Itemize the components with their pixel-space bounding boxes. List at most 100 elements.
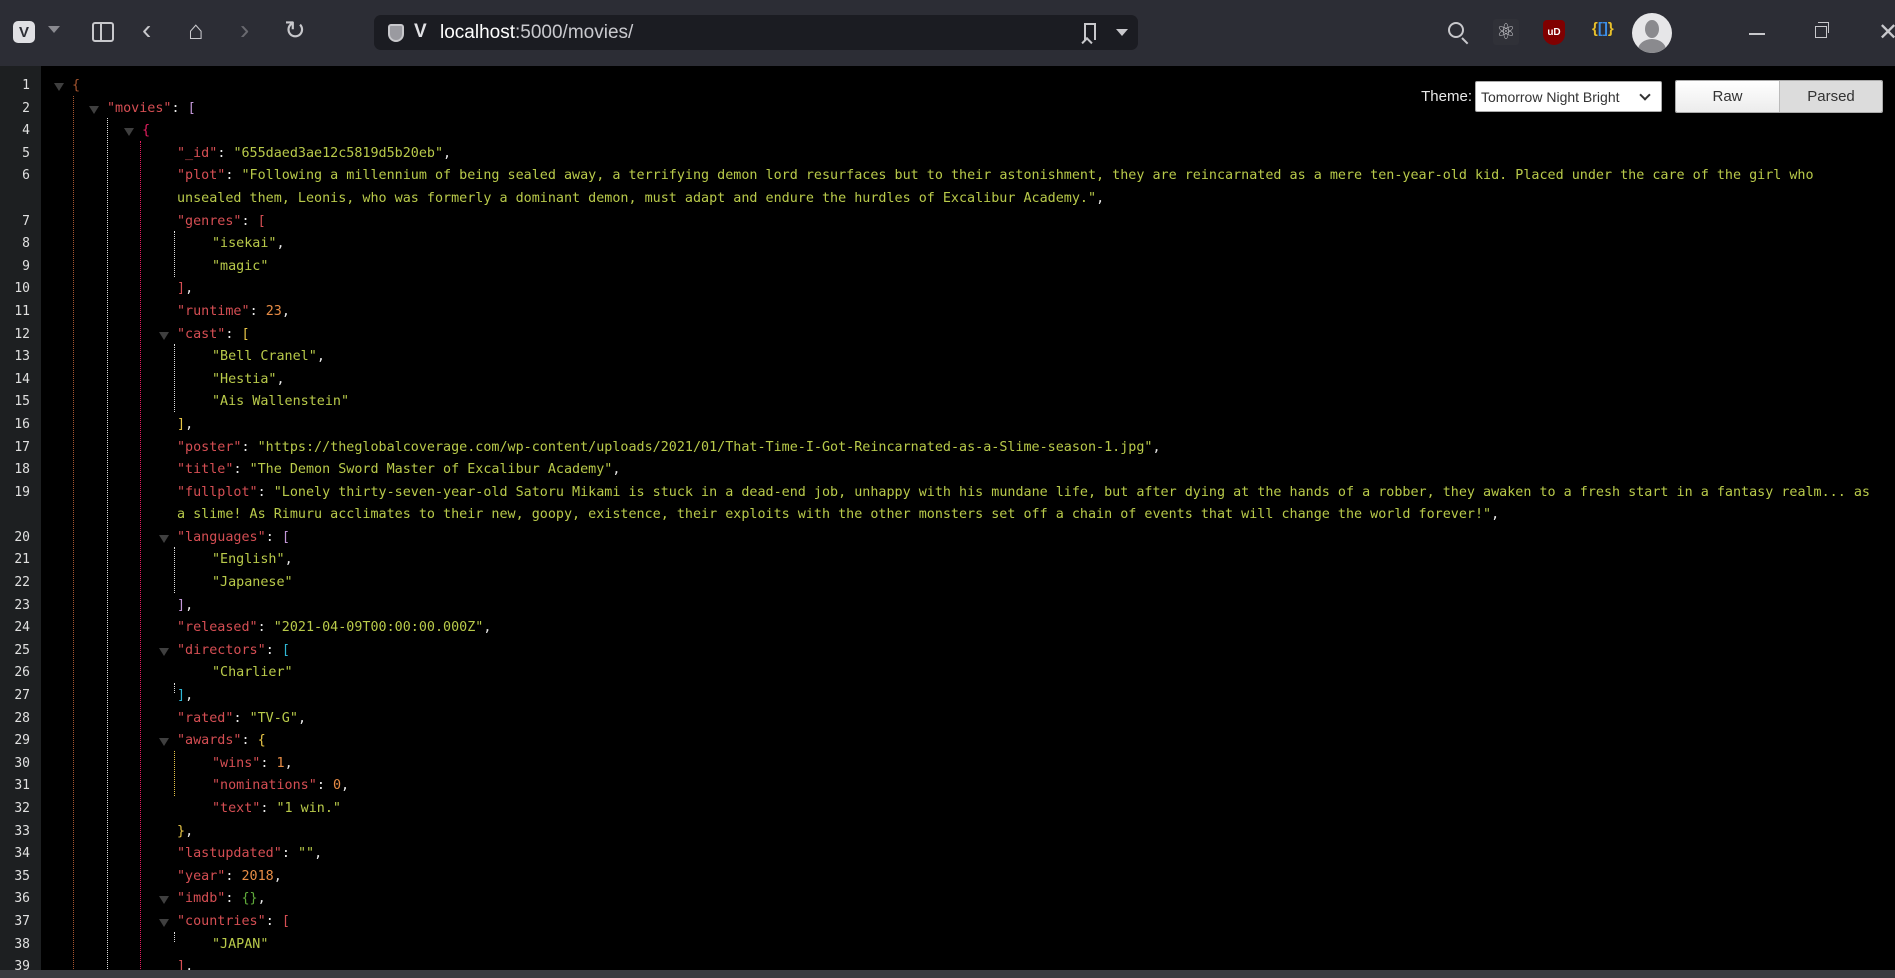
json-number: 1 [276, 755, 285, 771]
json-string: "Lonely thirty-seven-year-old Satoru Mik… [177, 484, 1879, 523]
indent-guide [174, 751, 175, 796]
collapse-toggle-icon[interactable] [124, 128, 134, 137]
line-number: 30 [14, 755, 30, 771]
line-number: 31 [14, 778, 30, 794]
code-text: ], [177, 685, 1885, 708]
json-punctuation: : [316, 778, 333, 794]
code-text: "Japanese" [212, 572, 1885, 595]
json-punctuation: : [233, 462, 250, 478]
json-punctuation: , [1152, 439, 1161, 455]
json-string: "https://theglobalcoverage.com/wp-conten… [257, 439, 1153, 455]
json-line: 28 "rated": "TV-G", [0, 708, 1895, 731]
json-punctuation: : [260, 801, 277, 816]
json-line: 14 "Hestia", [0, 369, 1895, 392]
json-punctuation: , [341, 778, 350, 794]
json-line: 12 "cast": [ [0, 324, 1895, 347]
line-number: 5 [22, 145, 30, 161]
json-line: 27], [0, 685, 1895, 708]
json-string: "English" [212, 552, 285, 568]
json-punctuation: : [233, 710, 250, 726]
code-text: "Ais Wallenstein" [212, 391, 1885, 414]
json-line: 7 "genres": [ [0, 211, 1895, 234]
search-icon[interactable] [1448, 22, 1464, 38]
bookmark-icon[interactable] [1084, 23, 1096, 40]
react-devtools-icon[interactable]: ⚛ [1493, 19, 1519, 45]
code-text: "_id": "655daed3ae12c5819d5b20eb", [177, 143, 1885, 166]
line-number: 1 [22, 78, 30, 93]
site-shield-icon[interactable] [388, 24, 404, 42]
back-icon[interactable]: ‹ [142, 16, 151, 44]
parsed-button[interactable]: Parsed [1779, 81, 1882, 112]
json-bracket: ] [177, 281, 186, 297]
collapse-toggle-icon[interactable] [159, 647, 169, 656]
json-punctuation: : [225, 891, 242, 907]
raw-button[interactable]: Raw [1676, 81, 1779, 112]
json-string: "" [297, 846, 315, 862]
json-number: 2018 [241, 868, 274, 884]
vivaldi-menu-chevron-icon[interactable] [48, 26, 60, 33]
json-viewer-icon[interactable]: {[]} [1592, 20, 1614, 37]
code-text: "imdb": {}, [177, 888, 1885, 911]
url-text[interactable]: localhost:5000/movies/ [440, 22, 633, 44]
json-bracket: } [177, 823, 186, 839]
code-text: "languages": [ [177, 527, 1885, 550]
line-number: 27 [14, 688, 30, 704]
maximize-icon[interactable] [1815, 22, 1829, 38]
collapse-toggle-icon[interactable] [159, 918, 169, 927]
collapse-toggle-icon[interactable] [89, 105, 99, 114]
code-text: "isekai", [212, 233, 1885, 256]
json-string: "TV-G" [249, 710, 298, 726]
vivaldi-logo-icon[interactable]: V [13, 21, 35, 43]
collapse-toggle-icon[interactable] [159, 331, 169, 340]
line-number: 8 [22, 236, 30, 252]
json-punctuation: , [284, 552, 293, 568]
collapse-toggle-icon[interactable] [159, 738, 169, 747]
profile-avatar[interactable] [1632, 13, 1672, 53]
collapse-toggle-icon[interactable] [159, 896, 169, 905]
json-line: 35 "year": 2018, [0, 866, 1895, 889]
json-viewer: 1{2 "movies": [4{5 "_id": "655daed3ae12c58… [0, 66, 1895, 970]
json-key: "year" [177, 868, 226, 884]
json-punctuation: : [241, 733, 258, 749]
json-punctuation: : [260, 755, 277, 771]
indent-guide [174, 344, 175, 412]
home-icon[interactable]: ⌂ [188, 17, 204, 43]
reload-icon[interactable]: ↻ [284, 17, 306, 43]
line-number: 18 [14, 462, 30, 478]
line-number: 33 [14, 823, 30, 839]
theme-select[interactable]: Tomorrow Night Bright [1475, 81, 1662, 112]
json-line: 6 "plot": "Following a millennium of bein… [0, 165, 1895, 210]
json-string: "Following a millennium of being sealed … [177, 168, 1822, 206]
json-key: "rated" [177, 710, 234, 726]
json-punctuation: , [483, 620, 492, 636]
code-text: "fullplot": "Lonely thirty-seven-year-ol… [177, 482, 1885, 527]
json-key: "languages" [177, 529, 266, 545]
json-punctuation: , [276, 236, 285, 252]
json-string: "2021-04-09T00:00:00.000Z" [273, 620, 484, 636]
address-bar[interactable]: V localhost:5000/movies/ [374, 15, 1138, 50]
code-text: "runtime": 23, [177, 301, 1885, 324]
forward-icon[interactable]: › [240, 16, 249, 44]
line-number: 28 [14, 710, 30, 726]
vivaldi-site-icon: V [414, 21, 427, 42]
line-number: 20 [14, 529, 30, 545]
json-key: "released" [177, 620, 258, 636]
collapse-toggle-icon[interactable] [54, 83, 64, 91]
json-key: "cast" [177, 326, 226, 342]
line-number: 22 [14, 575, 30, 591]
json-line: 18 "title": "The Demon Sword Master of Ex… [0, 459, 1895, 482]
close-icon[interactable]: ✕ [1878, 18, 1895, 47]
json-string: "isekai" [212, 236, 277, 252]
horizontal-scrollbar[interactable] [0, 970, 1895, 978]
ublock-origin-icon[interactable]: uD [1543, 20, 1565, 45]
json-punctuation: , [443, 145, 452, 161]
json-key: "genres" [177, 213, 242, 229]
minimize-icon[interactable] [1749, 33, 1765, 35]
json-bracket: [ [241, 326, 250, 342]
json-string: "Hestia" [212, 371, 277, 387]
panel-toggle-icon[interactable] [92, 22, 114, 42]
json-line: 32 "text": "1 win." [0, 798, 1895, 821]
json-punctuation: : [225, 868, 242, 884]
collapse-toggle-icon[interactable] [159, 534, 169, 543]
url-dropdown-icon[interactable] [1116, 29, 1128, 36]
